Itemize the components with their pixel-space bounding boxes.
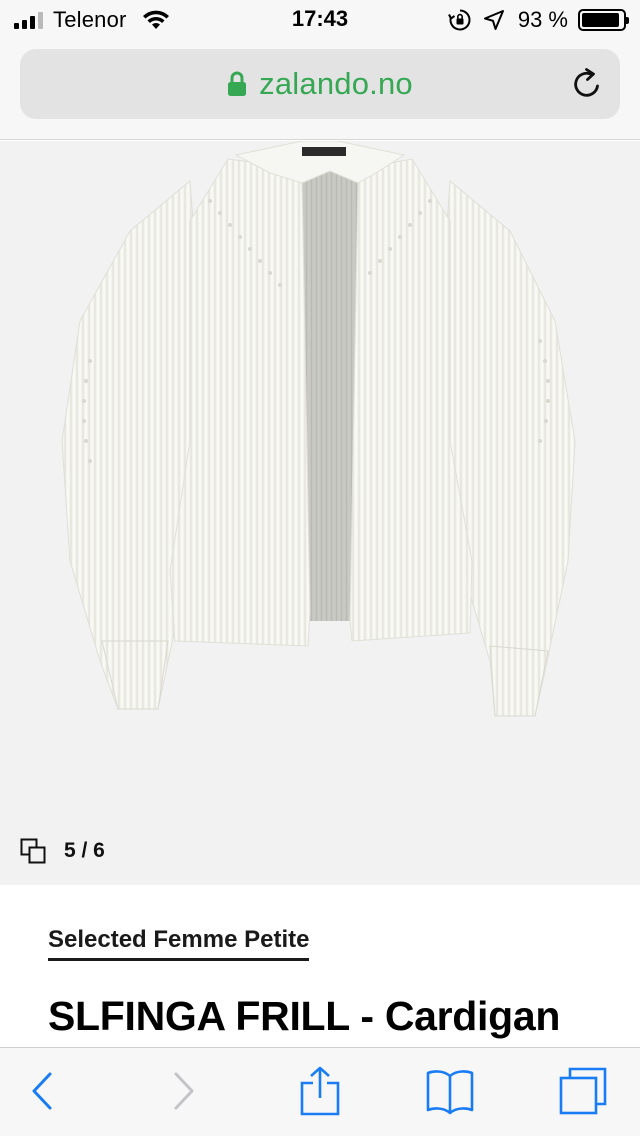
- product-image[interactable]: [40, 141, 600, 731]
- forward-icon: [174, 1072, 194, 1110]
- reload-icon[interactable]: [570, 67, 604, 101]
- padlock-icon: [228, 71, 247, 96]
- status-right: 93 %: [447, 6, 629, 34]
- image-counter-text: 5 / 6: [64, 839, 105, 862]
- back-icon: [32, 1072, 52, 1110]
- url-display[interactable]: zalando.no: [20, 49, 620, 119]
- browser-chrome: Telenor 17:43 93 % zalando.no: [0, 0, 640, 140]
- bookmarks-icon: [426, 1070, 474, 1115]
- battery-icon: [578, 9, 629, 31]
- url-domain[interactable]: zalando.no: [259, 66, 413, 102]
- share-button[interactable]: [295, 1066, 345, 1116]
- brand-link[interactable]: Selected Femme Petite: [48, 926, 310, 961]
- url-bar[interactable]: zalando.no: [20, 49, 620, 119]
- bookmarks-button[interactable]: [425, 1066, 475, 1116]
- battery-level: [582, 13, 620, 27]
- tabs-icon: [559, 1067, 607, 1115]
- share-icon: [300, 1066, 340, 1116]
- product-title: SLFINGA FRILL - Cardigan: [48, 993, 561, 1039]
- product-image-gallery[interactable]: 5 / 6: [0, 141, 640, 885]
- orientation-lock-icon: [447, 9, 471, 31]
- back-button[interactable]: [18, 1066, 68, 1116]
- image-counter: 5 / 6: [20, 838, 105, 864]
- tabs-button[interactable]: [558, 1066, 608, 1116]
- copy-icon: [20, 838, 46, 864]
- status-bar: Telenor 17:43 93 %: [0, 0, 640, 40]
- forward-button[interactable]: [158, 1066, 208, 1116]
- browser-toolbar: [0, 1047, 640, 1136]
- location-arrow-icon: [483, 10, 504, 30]
- battery-percent: 93 %: [517, 7, 568, 32]
